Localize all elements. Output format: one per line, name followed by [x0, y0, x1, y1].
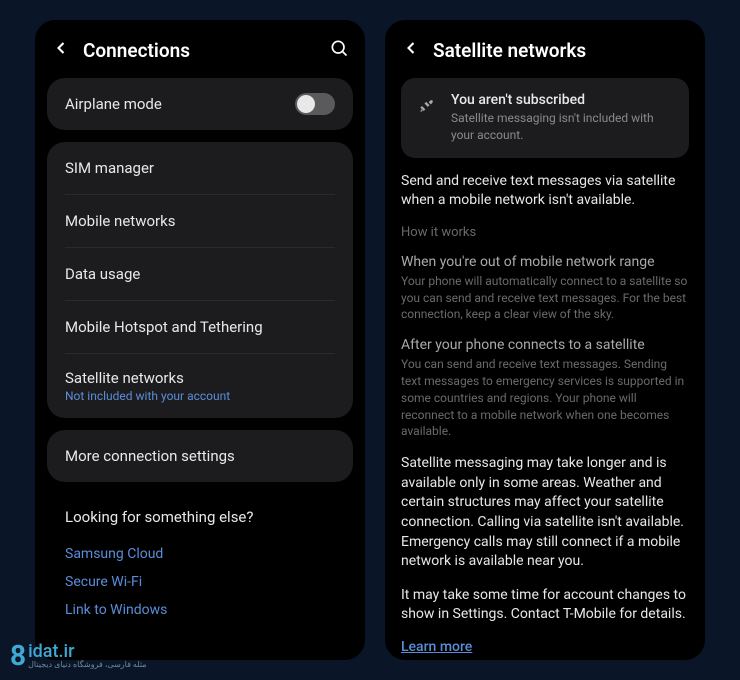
looking-for-else-section: Looking for something else? Samsung Clou…: [47, 494, 353, 634]
satellite-screen: Satellite networks You aren't subscribed…: [385, 20, 705, 660]
connections-header: Connections: [35, 20, 365, 78]
sim-manager-row[interactable]: SIM manager: [47, 142, 353, 194]
section-after-connect: After your phone connects to a satellite…: [401, 337, 689, 440]
satellite-content: You aren't subscribed Satellite messagin…: [385, 78, 705, 660]
connections-content: Airplane mode SIM manager Mobile network…: [35, 78, 365, 646]
satellite-networks-row[interactable]: Satellite networks Not included with you…: [47, 354, 353, 418]
connections-screen: Connections Airplane mode SIM manager Mo…: [35, 20, 365, 660]
airplane-toggle[interactable]: [295, 93, 335, 115]
learn-more-link[interactable]: Learn more: [401, 639, 689, 655]
network-settings-card: SIM manager Mobile networks Data usage M…: [47, 142, 353, 418]
section-title: After your phone connects to a satellite: [401, 337, 689, 353]
hotspot-tethering-row[interactable]: Mobile Hotspot and Tethering: [47, 301, 353, 353]
row-label: SIM manager: [65, 159, 335, 177]
notice-title: You aren't subscribed: [451, 92, 673, 108]
back-icon[interactable]: [401, 38, 421, 62]
data-usage-row[interactable]: Data usage: [47, 248, 353, 300]
watermark-logo: 8: [10, 639, 26, 672]
samsung-cloud-link[interactable]: Samsung Cloud: [65, 540, 335, 568]
section-body: Your phone will automatically connect to…: [401, 273, 689, 323]
account-changes-text: It may take some time for account change…: [401, 586, 689, 625]
more-connection-settings-row[interactable]: More connection settings: [47, 430, 353, 482]
satellite-icon: [417, 96, 437, 120]
row-label: Satellite networks: [65, 369, 335, 387]
back-icon[interactable]: [51, 38, 71, 62]
intro-text: Send and receive text messages via satel…: [401, 172, 689, 211]
search-icon[interactable]: [329, 38, 349, 62]
section-body: You can send and receive text messages. …: [401, 356, 689, 440]
notice-subtitle: Satellite messaging isn't included with …: [451, 110, 673, 144]
page-title: Connections: [83, 39, 317, 62]
row-label: Mobile Hotspot and Tethering: [65, 318, 335, 336]
section-out-of-range: When you're out of mobile network range …: [401, 254, 689, 323]
section-title: When you're out of mobile network range: [401, 254, 689, 270]
row-label: Data usage: [65, 265, 335, 283]
subscription-notice: You aren't subscribed Satellite messagin…: [401, 78, 689, 158]
disclaimer-text: Satellite messaging may take longer and …: [401, 454, 689, 572]
more-settings-card: More connection settings: [47, 430, 353, 482]
airplane-mode-row[interactable]: Airplane mode: [47, 78, 353, 130]
page-title: Satellite networks: [433, 39, 689, 62]
mobile-networks-row[interactable]: Mobile networks: [47, 195, 353, 247]
how-it-works-label: How it works: [401, 225, 689, 240]
row-label: More connection settings: [65, 447, 335, 465]
secure-wifi-link[interactable]: Secure Wi-Fi: [65, 568, 335, 596]
watermark-sub: مثله فارسی، فروشگاه دنیای دیجیتال: [28, 661, 146, 669]
row-sublabel: Not included with your account: [65, 389, 335, 403]
row-label: Mobile networks: [65, 212, 335, 230]
satellite-header: Satellite networks: [385, 20, 705, 78]
link-to-windows-link[interactable]: Link to Windows: [65, 596, 335, 624]
else-title: Looking for something else?: [65, 508, 335, 526]
airplane-label: Airplane mode: [65, 95, 295, 113]
airplane-card: Airplane mode: [47, 78, 353, 130]
